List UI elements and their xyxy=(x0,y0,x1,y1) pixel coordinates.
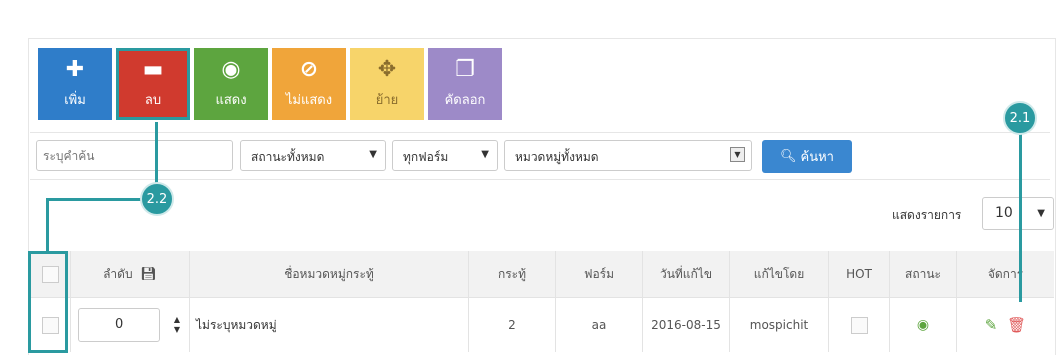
eye-slash-icon: ⊘ xyxy=(299,56,319,82)
chevron-down-icon[interactable]: ▼ xyxy=(174,325,180,334)
search-button[interactable]: 🔍︎ ค้นหา xyxy=(762,140,852,173)
eye-icon[interactable]: ◉ xyxy=(917,317,929,333)
add-button[interactable]: ✚ เพิ่ม xyxy=(38,48,112,120)
chevron-down-icon: ▼ xyxy=(369,149,377,160)
callout-badge-2-1: 2.1 xyxy=(1003,101,1037,135)
form-cell: aa xyxy=(555,297,643,352)
hot-cell xyxy=(828,297,890,352)
move-arrows-icon: ✥ xyxy=(377,56,397,82)
dropdown-arrow-icon: ▼ xyxy=(730,147,745,162)
search-input[interactable] xyxy=(36,140,233,171)
minus-icon: ▬ xyxy=(142,56,164,82)
chevron-down-icon: ▼ xyxy=(1037,208,1045,219)
category-select[interactable]: หมวดหมู่ทั้งหมด ▼ xyxy=(504,140,752,171)
order-input[interactable]: 0 xyxy=(78,308,161,342)
chevron-down-icon: ▼ xyxy=(481,149,489,160)
edited-by-cell: mospichit xyxy=(729,297,829,352)
name-header[interactable]: ชื่อหมวดหมู่กระทู้ xyxy=(189,251,469,298)
manage-header: จัดการ xyxy=(956,251,1054,298)
callout-line xyxy=(155,122,158,186)
status-cell: ◉ xyxy=(889,297,957,352)
per-page-value: 10 xyxy=(995,205,1013,221)
edited-date-cell: 2016-08-15 xyxy=(642,297,730,352)
status-select[interactable]: สถานะทั้งหมด ▼ xyxy=(240,140,386,171)
show-button[interactable]: ◉ แสดง xyxy=(194,48,268,120)
manage-cell: ✎ 🗑︎ xyxy=(956,297,1054,352)
category-table: ลำดับ 💾︎ ชื่อหมวดหมู่กระทู้ กระทู้ ฟอร์ม… xyxy=(30,251,1054,352)
category-name-cell[interactable]: ไม่ระบุหมวดหมู่ xyxy=(189,297,469,352)
topics-header[interactable]: กระทู้ xyxy=(468,251,556,298)
per-page-label: แสดงรายการ xyxy=(892,208,962,222)
category-select-value: หมวดหมู่ทั้งหมด xyxy=(515,150,599,164)
show-button-label: แสดง xyxy=(215,92,247,108)
hide-button[interactable]: ⊘ ไม่แสดง xyxy=(272,48,346,120)
form-select[interactable]: ทุกฟอร์ม ▼ xyxy=(392,140,498,171)
hide-button-label: ไม่แสดง xyxy=(285,92,333,108)
status-header: สถานะ xyxy=(889,251,957,298)
checkbox-highlight-box xyxy=(28,251,68,353)
save-icon[interactable]: 💾︎ xyxy=(140,267,157,282)
table-header-row: ลำดับ 💾︎ ชื่อหมวดหมู่กระทู้ กระทู้ ฟอร์ม… xyxy=(30,251,1054,298)
delete-button[interactable]: ▬ ลบ xyxy=(116,48,190,120)
hot-header: HOT xyxy=(828,251,890,298)
callout-line xyxy=(1019,132,1022,302)
table-row: 0 ▲ ▼ ไม่ระบุหมวดหมู่ 2 aa 2016-08-15 mos… xyxy=(30,297,1054,352)
plus-icon: ✚ xyxy=(65,56,85,82)
order-cell: 0 ▲ ▼ xyxy=(70,297,190,352)
search-button-label: ค้นหา xyxy=(800,150,834,165)
copy-icon: ❐ xyxy=(455,56,475,82)
eye-icon: ◉ xyxy=(221,56,241,82)
search-icon: 🔍︎ xyxy=(780,149,797,164)
per-page-select[interactable]: 10 ▼ xyxy=(982,197,1054,230)
form-select-value: ทุกฟอร์ม xyxy=(403,150,449,164)
order-stepper[interactable]: ▲ ▼ xyxy=(172,315,182,335)
callout-badge-2-2: 2.2 xyxy=(140,182,174,216)
hot-checkbox[interactable] xyxy=(850,316,868,334)
copy-button-label: คัดลอก xyxy=(444,92,486,108)
topics-cell: 2 xyxy=(468,297,556,352)
order-header-label: ลำดับ xyxy=(103,266,133,281)
move-button-label: ย้าย xyxy=(375,92,399,108)
trash-icon[interactable]: 🗑︎ xyxy=(1007,316,1026,334)
move-button[interactable]: ✥ ย้าย xyxy=(350,48,424,120)
chevron-up-icon[interactable]: ▲ xyxy=(174,315,180,324)
add-button-label: เพิ่ม xyxy=(64,92,86,108)
copy-button[interactable]: ❐ คัดลอก xyxy=(428,48,502,120)
edited-date-header[interactable]: วันที่แก้ไข xyxy=(642,251,730,298)
order-header: ลำดับ 💾︎ xyxy=(70,251,190,298)
callout-line xyxy=(46,198,49,252)
status-select-value: สถานะทั้งหมด xyxy=(251,150,325,164)
delete-button-label: ลบ xyxy=(144,92,162,108)
callout-line xyxy=(46,198,142,201)
edited-by-header[interactable]: แก้ไขโดย xyxy=(729,251,829,298)
form-header[interactable]: ฟอร์ม xyxy=(555,251,643,298)
toolbar: ✚ เพิ่ม ▬ ลบ ◉ แสดง ⊘ ไม่แสดง ✥ ย้าย ❐ ค… xyxy=(38,48,502,120)
pencil-icon[interactable]: ✎ xyxy=(985,316,998,334)
